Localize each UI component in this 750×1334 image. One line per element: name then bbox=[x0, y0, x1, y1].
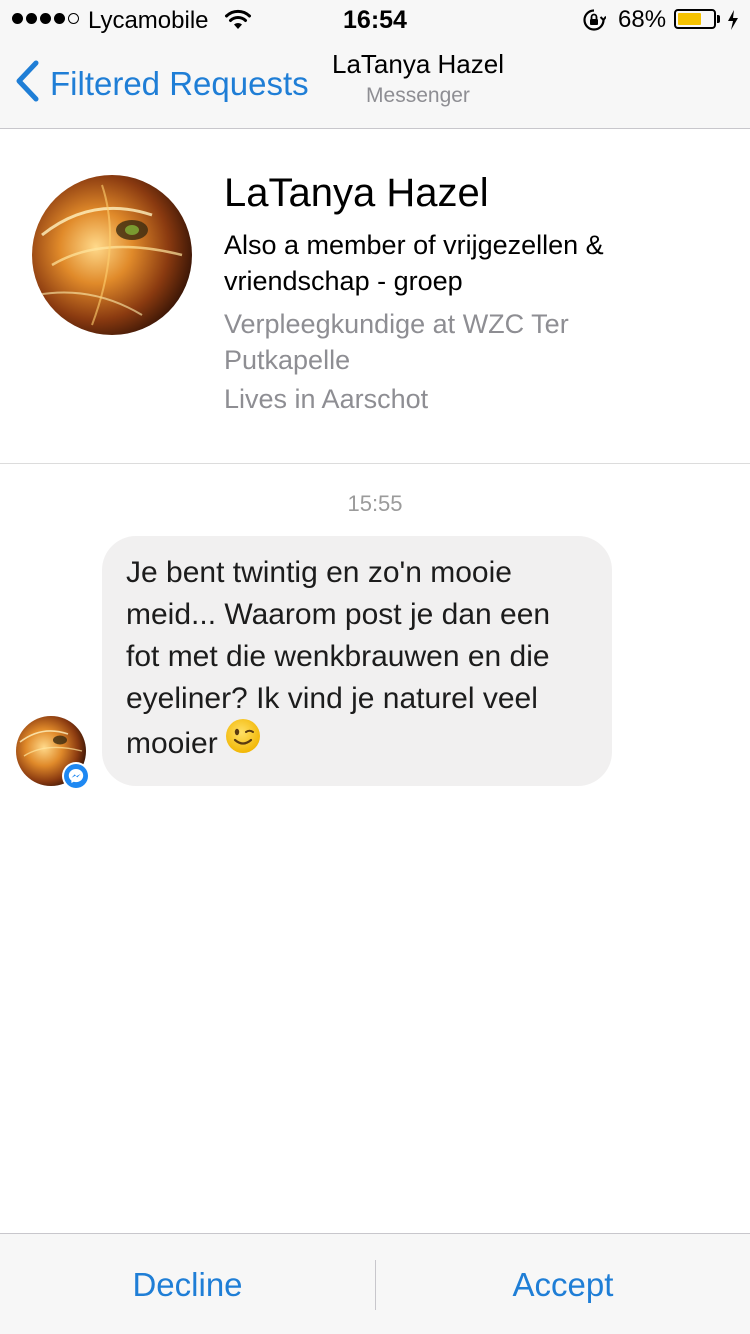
accept-button[interactable]: Accept bbox=[376, 1234, 750, 1334]
profile-avatar[interactable] bbox=[32, 175, 192, 335]
battery-tip bbox=[717, 15, 720, 23]
charging-icon bbox=[726, 9, 740, 38]
battery-icon bbox=[674, 9, 716, 29]
decline-button[interactable]: Decline bbox=[0, 1234, 375, 1334]
back-button[interactable]: Filtered Requests bbox=[14, 60, 309, 107]
message-bubble[interactable]: Je bent twintig en zo'n mooie meid... Wa… bbox=[102, 536, 612, 786]
profile-work: Verpleegkundige at WZC Ter Putkapelle bbox=[224, 309, 569, 375]
profile-name: LaTanya Hazel bbox=[224, 171, 489, 215]
nav-title-group: LaTanya Hazel Messenger bbox=[300, 48, 536, 112]
request-action-bar: Decline Accept bbox=[0, 1233, 750, 1334]
status-bar: Lycamobile 16:54 68% bbox=[0, 0, 750, 40]
navigation-bar: Filtered Requests LaTanya Hazel Messenge… bbox=[0, 40, 750, 129]
battery-percentage: 68% bbox=[618, 6, 667, 33]
screen: Lycamobile 16:54 68% Filtered Requests L… bbox=[0, 0, 750, 1334]
messenger-badge-icon bbox=[62, 762, 90, 790]
profile-hometown: Lives in Aarschot bbox=[224, 384, 429, 414]
rotation-lock-icon bbox=[582, 8, 607, 39]
message-timestamp: 15:55 bbox=[347, 491, 403, 516]
nav-subtitle: Messenger bbox=[366, 84, 470, 107]
nav-title: LaTanya Hazel bbox=[332, 49, 504, 79]
back-button-label: Filtered Requests bbox=[50, 64, 309, 102]
profile-mutual-group: Also a member of vrijgezellen & vriendsc… bbox=[224, 230, 604, 296]
profile-header: LaTanya Hazel Also a member of vrijgezel… bbox=[0, 129, 750, 464]
battery-level-fill bbox=[678, 13, 702, 25]
message-text: Je bent twintig en zo'n mooie meid... Wa… bbox=[126, 556, 551, 760]
chevron-left-icon bbox=[14, 60, 40, 107]
winking-face-emoji-icon bbox=[224, 717, 262, 767]
